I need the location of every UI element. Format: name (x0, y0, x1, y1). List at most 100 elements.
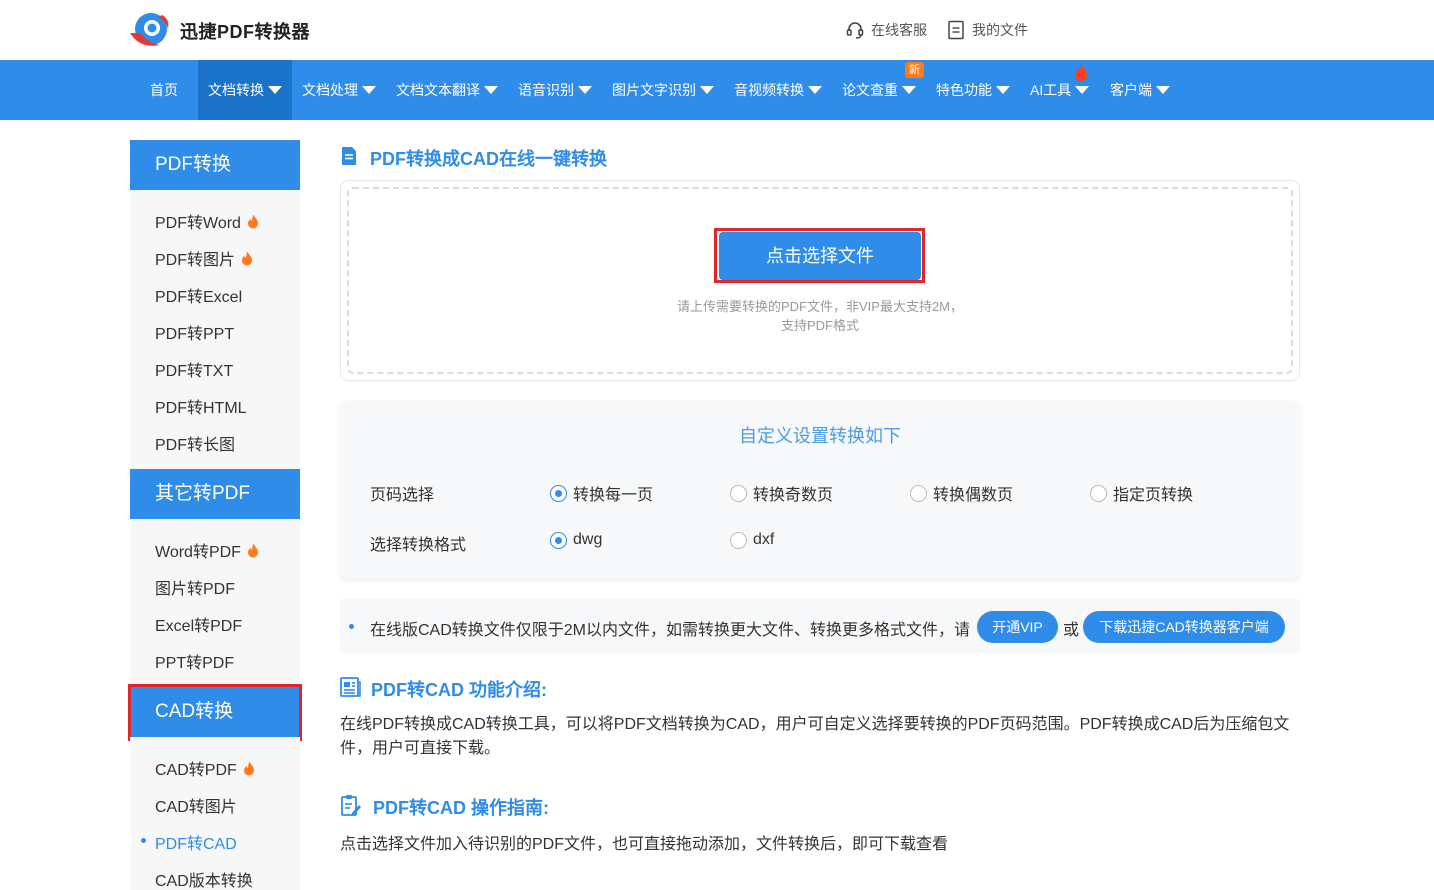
radio-even-pages[interactable]: 转换偶数页 (910, 481, 1013, 505)
sidebar-item-pdf-to-html[interactable]: PDF转HTML (155, 394, 247, 418)
nav-ocr[interactable]: 图片文字识别 (612, 60, 714, 120)
or-text: 或 (1063, 622, 1080, 639)
sidebar-item-pdf-to-image[interactable]: PDF转图片 (155, 246, 253, 270)
sidebar-item-label: 图片转PDF (155, 581, 236, 598)
my-files-link[interactable]: 我的文件 (946, 20, 1028, 40)
hot-flame-icon (242, 251, 253, 265)
sidebar-item-label: PDF转图片 (155, 252, 236, 269)
sidebar-item-pdf-to-txt[interactable]: PDF转TXT (155, 357, 233, 381)
my-files-label: 我的文件 (972, 22, 1028, 38)
current-item-dot (141, 838, 146, 843)
radio-label: dxf (753, 531, 775, 548)
radio-format-dwg[interactable]: dwg (550, 531, 602, 549)
sidebar-item-label: PPT转PDF (155, 655, 235, 672)
radio-format-dxf[interactable]: dxf (730, 531, 774, 549)
sidebar-item-ppt-to-pdf[interactable]: PPT转PDF (155, 649, 234, 673)
nav-ai-tools-label: AI工具 (1030, 82, 1072, 98)
intro-text: 在线PDF转换成CAD转换工具，可以将PDF文档转换为CAD，用户可自定义选择要… (340, 716, 1290, 757)
radio-circle (730, 484, 747, 502)
sidebar-item-label: CAD转PDF (155, 762, 237, 779)
radio-label: 指定页转换 (1113, 487, 1194, 504)
nav-av-convert-label: 音视频转换 (734, 82, 804, 98)
online-service-label: 在线客服 (871, 22, 927, 38)
radio-circle (550, 531, 567, 549)
online-service-link[interactable]: 在线客服 (845, 20, 927, 40)
nav-doc-convert[interactable]: 文档转换 (198, 60, 292, 120)
sidebar-item-label: PDF转PPT (155, 326, 235, 343)
nav-client-label: 客户端 (1110, 82, 1152, 98)
nav-features-label: 特色功能 (936, 82, 992, 98)
sidebar-item-label: PDF转HTML (155, 400, 247, 417)
chevron-down-icon (578, 86, 592, 95)
sidebar-item-cad-to-image[interactable]: CAD转图片 (155, 793, 237, 817)
main-navbar: 首页 文档转换 文档处理 文档文本翻译 语音识别 图片文字识别 音视频转换 论文… (0, 60, 1434, 120)
sidebar-item-label: CAD转图片 (155, 799, 237, 816)
sidebar-group-other-to-pdf[interactable]: 其它转PDF (130, 469, 300, 519)
bullet-dot (349, 624, 354, 629)
chevron-down-icon (996, 86, 1010, 95)
sidebar-item-pdf-to-long-image[interactable]: PDF转长图 (155, 431, 235, 455)
sidebar-item-word-to-pdf[interactable]: Word转PDF (155, 538, 259, 562)
nav-plagiarism-label: 论文查重 (842, 82, 898, 98)
download-client-button[interactable]: 下载迅捷CAD转换器客户端 (1083, 611, 1285, 643)
radio-circle (910, 484, 927, 502)
radio-odd-pages[interactable]: 转换奇数页 (730, 481, 833, 505)
sidebar-item-label: Excel转PDF (155, 618, 243, 635)
chevron-down-icon (484, 86, 498, 95)
radio-specific-pages[interactable]: 指定页转换 (1090, 481, 1193, 505)
sidebar-item-cad-to-pdf[interactable]: CAD转PDF (155, 756, 255, 780)
sidebar-group-pdf-convert[interactable]: PDF转换 (130, 140, 300, 190)
nav-client[interactable]: 客户端 (1110, 60, 1170, 120)
sidebar-item-label: PDF转Excel (155, 289, 243, 306)
page-select-label: 页码选择 (370, 487, 435, 504)
radio-label: 转换每一页 (573, 487, 654, 504)
nav-doc-translate-label: 文档文本翻译 (396, 82, 480, 98)
sidebar-item-image-to-pdf[interactable]: 图片转PDF (155, 575, 235, 599)
upload-hint-line2: 支持PDF格式 (780, 318, 859, 333)
clipboard-edit-icon (341, 795, 361, 816)
chevron-down-icon (1075, 86, 1090, 95)
logo-icon[interactable] (128, 9, 172, 51)
sidebar-item-pdf-to-cad[interactable]: PDF转CAD (155, 830, 237, 854)
format-select-label: 选择转换格式 (370, 537, 467, 554)
nav-home[interactable]: 首页 (150, 60, 178, 120)
nav-speech[interactable]: 语音识别 (518, 60, 592, 120)
nav-ocr-label: 图片文字识别 (612, 82, 696, 98)
nav-doc-process-label: 文档处理 (302, 82, 358, 98)
radio-every-page[interactable]: 转换每一页 (550, 481, 653, 505)
nav-home-label: 首页 (150, 82, 178, 98)
sidebar-item-pdf-to-excel[interactable]: PDF转Excel (155, 283, 242, 307)
newspaper-icon (340, 677, 361, 697)
hot-flame-icon (243, 761, 254, 775)
radio-label: 转换偶数页 (933, 487, 1014, 504)
highlight-box (714, 228, 925, 283)
file-icon (948, 20, 964, 40)
sidebar-item-label: Word转PDF (155, 544, 241, 561)
nav-av-convert[interactable]: 音视频转换 (734, 60, 822, 120)
hot-flame-icon (1075, 64, 1087, 81)
intro-title: PDF转CAD 功能介绍: (371, 680, 547, 700)
open-vip-button[interactable]: 开通VIP (977, 611, 1058, 643)
upload-hint-line1: 请上传需要转换的PDF文件，非VIP最大支持2M， (676, 299, 963, 314)
sidebar-item-pdf-to-word[interactable]: PDF转Word (155, 209, 259, 233)
nav-speech-label: 语音识别 (518, 82, 574, 98)
guide-title: PDF转CAD 操作指南: (373, 798, 549, 818)
chevron-down-icon (362, 86, 376, 95)
radio-circle (550, 484, 567, 502)
sidebar-item-pdf-to-ppt[interactable]: PDF转PPT (155, 320, 234, 344)
sidebar-item-cad-version-convert[interactable]: CAD版本转换 (155, 867, 253, 890)
chevron-down-icon (700, 86, 714, 95)
notice-text: 在线版CAD转换文件仅限于2M以内文件，如需转换更大文件、转换更多格式文件，请 (370, 622, 971, 639)
radio-circle (730, 531, 747, 549)
nav-doc-translate[interactable]: 文档文本翻译 (396, 60, 498, 120)
sidebar-item-label: PDF转TXT (155, 363, 234, 380)
nav-doc-process[interactable]: 文档处理 (302, 60, 376, 120)
hot-flame-icon (247, 543, 258, 557)
logo-text[interactable]: 迅捷PDF转换器 (180, 18, 310, 44)
nav-features[interactable]: 特色功能 (936, 60, 1010, 120)
sidebar-item-label: PDF转长图 (155, 437, 236, 454)
headset-icon (846, 22, 864, 39)
guide-text: 点击选择文件加入待识别的PDF文件，也可直接拖动添加，文件转换后，即可下载查看 (340, 836, 949, 853)
sidebar-item-label: CAD版本转换 (155, 873, 253, 890)
sidebar-item-excel-to-pdf[interactable]: Excel转PDF (155, 612, 242, 636)
